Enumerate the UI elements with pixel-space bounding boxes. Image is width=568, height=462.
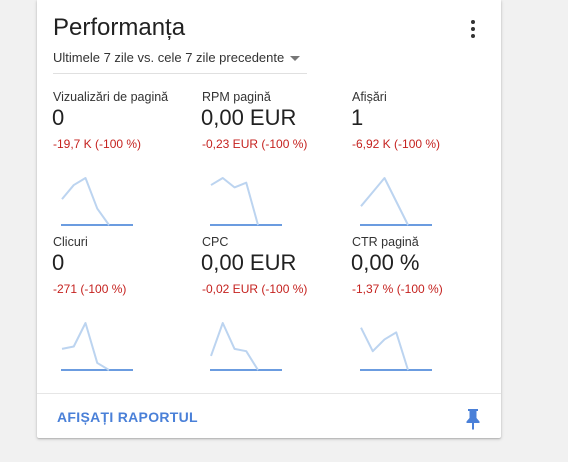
metric-label: Vizualizări de pagină: [53, 90, 169, 104]
sparkline-chart: [360, 327, 432, 371]
metric-label: CPC: [202, 235, 229, 249]
metric-impressions: Afișări 1 -6,92 K (-100 %): [351, 90, 492, 230]
menu-dot: [471, 20, 475, 24]
sparkline-chart: [61, 322, 133, 371]
metric-value: 0: [52, 250, 65, 275]
dropdown-caret-icon: [290, 56, 300, 61]
date-range-dropdown[interactable]: Ultimele 7 zile vs. cele 7 zile preceden…: [53, 47, 307, 74]
metric-page-rpm: RPM pagină 0,00 EUR -0,23 EUR (-100 %): [201, 90, 342, 230]
sparkline-chart: [61, 177, 133, 226]
performance-card: Performanța Ultimele 7 zile vs. cele 7 z…: [37, 0, 501, 438]
sparkline-series: [210, 322, 259, 371]
metric-label: Afișări: [352, 90, 387, 104]
metric-page-ctr: CTR pagină 0,00 % -1,37 % (-100 %): [351, 235, 492, 375]
sparkline-series: [360, 327, 409, 371]
sparkline-series: [210, 177, 259, 226]
menu-dot: [471, 27, 475, 31]
metric-label: RPM pagină: [202, 90, 271, 104]
view-report-link[interactable]: AFIȘAȚI RAPORTUL: [57, 409, 198, 425]
metric-value: 0,00 EUR: [201, 105, 297, 130]
more-vert-icon[interactable]: [463, 18, 483, 40]
metric-delta: -0,02 EUR (-100 %): [202, 282, 308, 296]
card-title: Performanța: [53, 14, 186, 41]
sparkline-chart: [210, 177, 282, 226]
sparkline-series: [360, 177, 409, 226]
metric-clicks: Clicuri 0 -271 (-100 %): [52, 235, 193, 375]
date-range-label: Ultimele 7 zile vs. cele 7 zile preceden…: [53, 50, 285, 65]
sparkline-chart: [360, 177, 432, 226]
metric-label: Clicuri: [53, 235, 88, 249]
metric-page-views: Vizualizări de pagină 0 -19,7 K (-100 %): [52, 90, 193, 230]
metric-delta: -271 (-100 %): [53, 282, 127, 296]
metric-value: 0,00 EUR: [201, 250, 297, 275]
metric-delta: -6,92 K (-100 %): [352, 137, 441, 151]
menu-dot: [471, 34, 475, 38]
sparkline-chart: [210, 322, 282, 371]
sparkline-series: [61, 322, 110, 371]
sparkline-series: [61, 177, 110, 226]
metric-label: CTR pagină: [352, 235, 419, 249]
pin-icon[interactable]: [465, 408, 481, 430]
metric-delta: -19,7 K (-100 %): [53, 137, 142, 151]
metric-delta: -1,37 % (-100 %): [352, 282, 443, 296]
footer-divider: [37, 393, 501, 394]
metric-value: 0,00 %: [351, 250, 420, 275]
metric-value: 0: [52, 105, 65, 130]
metric-value: 1: [351, 105, 364, 130]
metric-cpc: CPC 0,00 EUR -0,02 EUR (-100 %): [201, 235, 342, 375]
metric-delta: -0,23 EUR (-100 %): [202, 137, 308, 151]
